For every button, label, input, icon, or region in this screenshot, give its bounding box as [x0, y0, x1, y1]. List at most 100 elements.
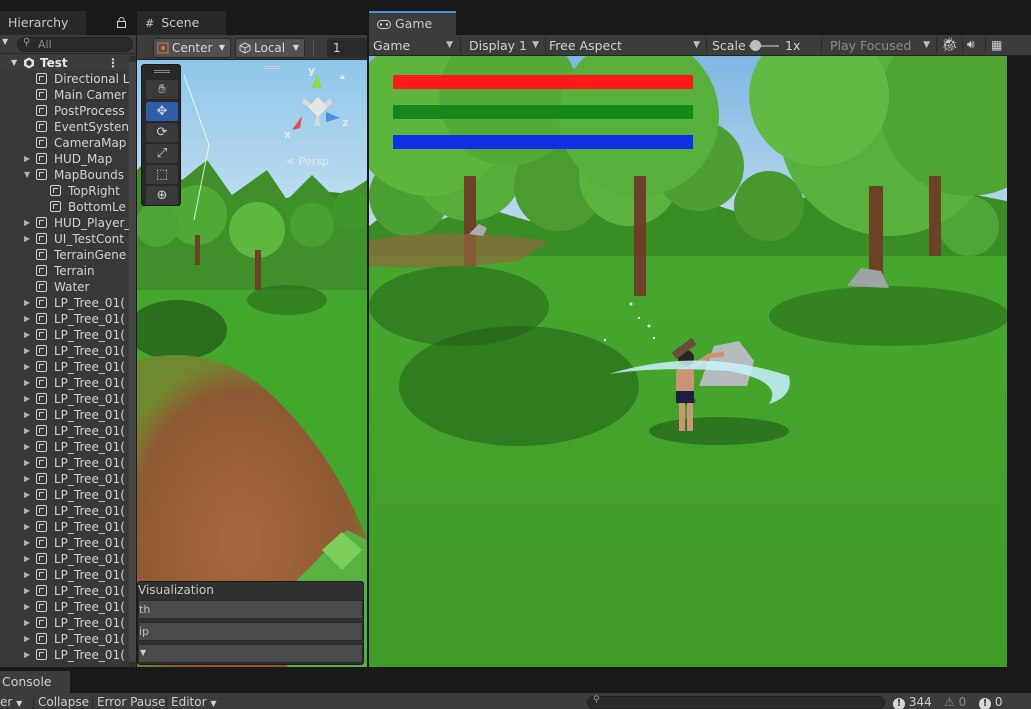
clear-button[interactable]: er ▼ [0, 693, 22, 709]
hierarchy-item[interactable]: ▶ LP_Tree_01( [0, 503, 136, 519]
hierarchy-item[interactable]: TerrainGene [0, 247, 136, 263]
hierarchy-item[interactable]: Main Camer [0, 87, 136, 103]
expand-arrow-icon[interactable]: ▶ [24, 471, 30, 487]
grid-snap-field[interactable]: 1 [327, 38, 367, 58]
hierarchy-item[interactable]: ▶ LP_Tree_01( [0, 487, 136, 503]
expand-arrow-icon[interactable]: ▼ [11, 55, 17, 71]
hierarchy-item[interactable]: EventSysten [0, 119, 136, 135]
expand-arrow-icon[interactable]: ▶ [24, 647, 30, 663]
hierarchy-item[interactable]: ▼ MapBounds [0, 167, 136, 183]
hierarchy-item[interactable]: Water [0, 279, 136, 295]
stats-grid-icon[interactable]: ▦ [991, 38, 1002, 52]
hierarchy-scene-root[interactable]: ▼ Test ⋮ [0, 55, 136, 71]
transform-tool-button[interactable]: ⊕ [146, 186, 178, 205]
rect-tool-button[interactable]: ⬚ [146, 165, 178, 184]
expand-arrow-icon[interactable]: ▶ [24, 295, 30, 311]
hierarchy-item[interactable]: ▶ LP_Tree_01( [0, 455, 136, 471]
editor-dropdown[interactable]: Editor ▼ [171, 693, 217, 709]
hierarchy-item[interactable]: ▶ HUD_Player_ [0, 215, 136, 231]
hierarchy-item[interactable]: ▶ LP_Tree_01( [0, 567, 136, 583]
expand-arrow-icon[interactable]: ▶ [24, 455, 30, 471]
hierarchy-item[interactable]: ▶ LP_Tree_01( [0, 375, 136, 391]
lock-icon-glyph[interactable] [117, 17, 126, 28]
aspect-dropdown[interactable]: Free Aspect ▼ [549, 35, 704, 56]
tab-game[interactable]: Game [369, 11, 456, 35]
hand-tool-button[interactable]: ✋︎ [146, 80, 178, 99]
hierarchy-item[interactable]: ▶ LP_Tree_01( [0, 343, 136, 359]
expand-arrow-icon[interactable]: ▶ [24, 343, 30, 359]
space-local-dropdown[interactable]: Local ▼ [235, 38, 305, 58]
lock-icon[interactable] [86, 11, 136, 35]
game-viewport[interactable] [369, 56, 1007, 667]
hierarchy-item[interactable]: ▶ LP_Tree_01( [0, 519, 136, 535]
hierarchy-search-field[interactable]: ⚲ All [17, 37, 133, 52]
move-tool-button[interactable]: ✥ [146, 102, 178, 121]
expand-arrow-icon[interactable]: ▶ [24, 391, 30, 407]
hierarchy-item[interactable]: ▶ LP_Tree_01( [0, 391, 136, 407]
pivot-center-dropdown[interactable]: Center ▼ [153, 38, 231, 58]
add-dropdown-caret[interactable]: ▼ [2, 37, 8, 46]
hierarchy-item[interactable]: ▶ HUD_Map [0, 151, 136, 167]
hierarchy-item[interactable]: ▶ LP_Tree_01( [0, 599, 136, 615]
hierarchy-item[interactable]: ▶ LP_Tree_01( [0, 647, 136, 663]
expand-arrow-icon[interactable]: ▶ [24, 503, 30, 519]
expand-arrow-icon[interactable]: ▶ [24, 359, 30, 375]
collapse-arrow-icon[interactable]: ▼ [24, 167, 30, 183]
overlay-field-1[interactable]: th [138, 600, 363, 619]
play-mode-dropdown[interactable]: Play Focused ▼ [830, 35, 934, 56]
gizmo-lock-icon[interactable]: 🔒︎ [340, 72, 345, 82]
expand-arrow-icon[interactable]: ▶ [24, 615, 30, 631]
hierarchy-item[interactable]: ▶ LP_Tree_01( [0, 471, 136, 487]
hierarchy-item[interactable]: ▶ LP_Tree_01( [0, 551, 136, 567]
hierarchy-scrollbar-thumb[interactable] [129, 62, 136, 662]
hierarchy-item[interactable]: ▶ LP_Tree_01( [0, 615, 136, 631]
expand-arrow-icon[interactable]: ▶ [24, 487, 30, 503]
expand-arrow-icon[interactable]: ▶ [24, 631, 30, 647]
expand-arrow-icon[interactable]: ▶ [24, 215, 30, 231]
expand-arrow-icon[interactable]: ▶ [24, 583, 30, 599]
expand-arrow-icon[interactable]: ▶ [24, 535, 30, 551]
expand-arrow-icon[interactable]: ▶ [24, 311, 30, 327]
more-options-icon[interactable]: ⋮ [107, 55, 119, 71]
hierarchy-item[interactable]: ▶ LP_Tree_01( [0, 327, 136, 343]
hierarchy-item[interactable]: TopRight [0, 183, 136, 199]
warning-count-toggle[interactable]: ⚠ 0 [944, 693, 966, 709]
audio-icon[interactable]: 🔊︎ [967, 37, 975, 52]
hierarchy-item[interactable]: ▶ LP_Tree_01( [0, 583, 136, 599]
tab-hierarchy[interactable]: Hierarchy [0, 11, 136, 35]
gizmo-drag-handle[interactable] [264, 66, 280, 69]
view-mode-dropdown[interactable]: Game ▼ [373, 35, 457, 56]
hierarchy-scrollbar[interactable] [129, 56, 136, 667]
hierarchy-item[interactable]: ▶ LP_Tree_01( [0, 311, 136, 327]
expand-arrow-icon[interactable]: ▶ [24, 567, 30, 583]
hierarchy-item[interactable]: PostProcess [0, 103, 136, 119]
scale-tool-button[interactable]: ⤢ [146, 144, 178, 163]
expand-arrow-icon[interactable]: ▶ [24, 423, 30, 439]
orientation-gizmo[interactable] [282, 68, 357, 148]
expand-arrow-icon[interactable]: ▶ [24, 375, 30, 391]
error-count-toggle[interactable]: ! 0 [979, 693, 1002, 709]
bug-icon[interactable]: 🐞︎ [941, 37, 959, 53]
hierarchy-item[interactable]: ▶ LP_Tree_01( [0, 423, 136, 439]
display-dropdown[interactable]: Display 1 ▼ [469, 35, 543, 56]
expand-arrow-icon[interactable]: ▶ [24, 599, 30, 615]
hierarchy-item[interactable]: Directional L [0, 71, 136, 87]
persp-toggle[interactable]: < Persp [286, 155, 329, 168]
hierarchy-item[interactable]: ▶ UI_TestCont [0, 231, 136, 247]
hierarchy-item[interactable]: ▶ LP_Tree_01( [0, 631, 136, 647]
hierarchy-item[interactable]: ▶ LP_Tree_01( [0, 359, 136, 375]
log-count-toggle[interactable]: ! 344 [893, 693, 932, 709]
expand-arrow-icon[interactable]: ▶ [24, 551, 30, 567]
error-pause-button[interactable]: Error Pause [97, 693, 165, 709]
expand-arrow-icon[interactable]: ▶ [24, 231, 30, 247]
hierarchy-item[interactable]: CameraMap [0, 135, 136, 151]
hierarchy-item[interactable]: ▶ LP_Tree_01( [0, 407, 136, 423]
hierarchy-item[interactable]: ▶ LP_Tree_01( [0, 295, 136, 311]
hierarchy-item[interactable]: Terrain [0, 263, 136, 279]
hierarchy-item[interactable]: ▶ LP_Tree_01( [0, 535, 136, 551]
collapse-button[interactable]: Collapse [38, 693, 89, 709]
expand-arrow-icon[interactable]: ▶ [24, 151, 30, 167]
tab-console[interactable]: Console [0, 671, 70, 693]
tab-scene[interactable]: # Scene [137, 11, 226, 35]
overlay-dropdown[interactable]: ▼ [138, 644, 363, 663]
